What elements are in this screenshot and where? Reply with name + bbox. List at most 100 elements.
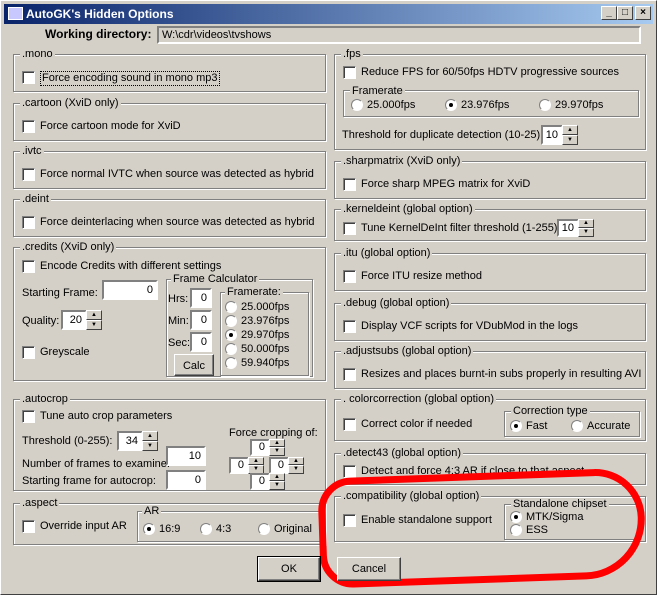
fps-framerate-radio-label-2[interactable]: 29.970fps <box>555 99 603 112</box>
credits-checkbox[interactable] <box>22 260 35 273</box>
working-directory-field[interactable]: W:\cdr\videos\tvshows <box>157 26 641 44</box>
debug-label[interactable]: Display VCF scripts for VDubMod in the l… <box>361 320 578 333</box>
credits-checkbox-label[interactable]: Encode Credits with different settings <box>40 260 221 273</box>
mono-group-title: .mono <box>20 48 55 61</box>
greyscale-checkbox[interactable] <box>22 346 35 359</box>
fps-framerate-radio-label-1[interactable]: 23.976fps <box>461 99 509 112</box>
sharpmatrix-group: .sharpmatrix (XviD only) Force sharp MPE… <box>334 155 646 199</box>
ar-radio-1[interactable] <box>200 523 212 535</box>
min-input[interactable]: 0 <box>190 310 212 330</box>
crop-right-spinner[interactable]: ▲ ▼ <box>288 457 304 474</box>
crop-top-spinner[interactable]: ▲ ▼ <box>269 439 285 456</box>
mono-checkbox[interactable] <box>22 71 35 84</box>
cancel-button[interactable]: Cancel <box>337 557 401 581</box>
sharpmatrix-checkbox[interactable] <box>343 178 356 191</box>
calc-framerate-radio-2[interactable] <box>225 329 237 341</box>
itu-label[interactable]: Force ITU resize method <box>361 270 482 283</box>
crop-top-input[interactable]: 0 <box>250 439 270 456</box>
calc-framerate-radio-label-4[interactable]: 59.940fps <box>241 357 289 370</box>
dup-threshold-spinner[interactable]: ▲ ▼ <box>562 125 578 145</box>
kerneldeint-input[interactable]: 10 <box>557 219 579 237</box>
autocrop-threshold-input[interactable]: 34 <box>117 431 143 451</box>
close-button[interactable]: × <box>635 6 651 20</box>
fps-framerate-radio-label-0[interactable]: 25.000fps <box>367 99 415 112</box>
ok-button[interactable]: OK <box>257 556 321 582</box>
title-bar[interactable]: AutoGK's Hidden Options <box>4 4 653 24</box>
reduce-fps-label[interactable]: Reduce FPS for 60/50fps HDTV progressive… <box>361 66 619 79</box>
deint-group-title: .deint <box>20 193 51 206</box>
fps-framerate-radio-2[interactable] <box>539 99 551 111</box>
autocrop-checkbox[interactable] <box>22 410 35 423</box>
colorcorrection-label[interactable]: Correct color if needed <box>361 418 472 431</box>
ar-radio-label-0[interactable]: 16:9 <box>159 523 180 536</box>
crop-left-input[interactable]: 0 <box>229 457 249 474</box>
calc-framerate-radio-label-0[interactable]: 25.000fps <box>241 301 289 314</box>
crop-left-spinner[interactable]: ▲ ▼ <box>248 457 264 474</box>
calc-framerate-radio-label-2[interactable]: 29.970fps <box>241 329 289 342</box>
starting-frame-autocrop-label: Starting frame for autocrop: <box>22 475 156 487</box>
calc-framerate-radio-label-3[interactable]: 50.000fps <box>241 343 289 356</box>
autocrop-group: .autocrop Tune auto crop parameters Thre… <box>13 393 326 491</box>
dup-threshold-input[interactable]: 10 <box>541 125 563 145</box>
crop-bottom-input[interactable]: 0 <box>250 473 270 490</box>
starting-frame-autocrop-input[interactable]: 0 <box>166 470 206 490</box>
sec-input[interactable]: 0 <box>190 332 212 352</box>
ar-radio-label-1[interactable]: 4:3 <box>216 523 231 536</box>
correction-type-radio-0[interactable] <box>510 420 522 432</box>
adjustsubs-label[interactable]: Resizes and places burnt-in subs properl… <box>361 368 641 381</box>
correction-type-group: Correction type Fast Accurate <box>504 405 640 437</box>
fps-group: .fps Reduce FPS for 60/50fps HDTV progre… <box>334 48 646 150</box>
ivtc-group: .ivtc Force normal IVTC when source was … <box>13 145 326 189</box>
correction-type-radio-1[interactable] <box>571 420 583 432</box>
crop-right-input[interactable]: 0 <box>269 457 289 474</box>
autocrop-checkbox-label[interactable]: Tune auto crop parameters <box>40 410 172 423</box>
calc-framerate-radio-label-1[interactable]: 23.976fps <box>241 315 289 328</box>
fps-framerate-radio-1[interactable] <box>445 99 457 111</box>
quality-spinner[interactable]: ▲ ▼ <box>86 310 102 330</box>
deint-checkbox-label[interactable]: Force deinterlacing when source was dete… <box>40 216 315 229</box>
autocrop-threshold-spinner[interactable]: ▲ ▼ <box>142 431 158 451</box>
ar-radio-label-2[interactable]: Original <box>274 523 312 536</box>
cartoon-group: .cartoon (XviD only) Force cartoon mode … <box>13 97 326 141</box>
ar-group: AR 16:9 4:3 Original <box>137 505 323 542</box>
calc-framerate-radio-1[interactable] <box>225 315 237 327</box>
itu-checkbox[interactable] <box>343 270 356 283</box>
frames-to-examine-input[interactable]: 10 <box>166 446 206 466</box>
override-ar-label[interactable]: Override input AR <box>40 520 127 533</box>
ivtc-checkbox[interactable] <box>22 168 35 181</box>
correction-type-radio-label-0[interactable]: Fast <box>526 420 547 433</box>
colorcorrection-checkbox[interactable] <box>343 418 356 431</box>
fps-framerate-radio-0[interactable] <box>351 99 363 111</box>
hrs-input[interactable]: 0 <box>190 288 212 308</box>
debug-checkbox[interactable] <box>343 320 356 333</box>
crop-bottom-spinner[interactable]: ▲ ▼ <box>269 473 285 490</box>
minimize-button[interactable]: _ <box>601 6 617 20</box>
ar-radio-2[interactable] <box>258 523 270 535</box>
detect43-checkbox[interactable] <box>343 465 356 478</box>
calc-framerate-radio-4[interactable] <box>225 357 237 369</box>
maximize-button[interactable]: □ <box>617 6 633 20</box>
quality-input[interactable]: 20 <box>61 310 87 330</box>
calc-button[interactable]: Calc <box>174 354 214 376</box>
override-ar-checkbox[interactable] <box>22 520 35 533</box>
starting-frame-input[interactable]: 0 <box>102 280 158 300</box>
kerneldeint-spinner[interactable]: ▲ ▼ <box>578 219 594 237</box>
mono-checkbox-label[interactable]: Force encoding sound in mono mp3 <box>40 71 220 86</box>
sharpmatrix-label[interactable]: Force sharp MPEG matrix for XviD <box>361 178 530 191</box>
cartoon-checkbox[interactable] <box>22 120 35 133</box>
cartoon-checkbox-label[interactable]: Force cartoon mode for XviD <box>40 120 181 133</box>
deint-group: .deint Force deinterlacing when source w… <box>13 193 326 237</box>
calc-framerate-title: Framerate: <box>225 286 283 299</box>
adjustsubs-checkbox[interactable] <box>343 368 356 381</box>
aspect-group: .aspect Override input AR AR 16:9 4:3 Orig… <box>13 497 326 545</box>
kerneldeint-label[interactable]: Tune KernelDeInt filter threshold (1-255… <box>361 222 561 235</box>
reduce-fps-checkbox[interactable] <box>343 66 356 79</box>
calc-framerate-radio-3[interactable] <box>225 343 237 355</box>
ivtc-checkbox-label[interactable]: Force normal IVTC when source was detect… <box>40 168 314 181</box>
ar-radio-0[interactable] <box>143 523 155 535</box>
greyscale-label[interactable]: Greyscale <box>40 346 90 359</box>
correction-type-radio-label-1[interactable]: Accurate <box>587 420 630 433</box>
kerneldeint-checkbox[interactable] <box>343 222 356 235</box>
calc-framerate-radio-0[interactable] <box>225 301 237 313</box>
deint-checkbox[interactable] <box>22 216 35 229</box>
